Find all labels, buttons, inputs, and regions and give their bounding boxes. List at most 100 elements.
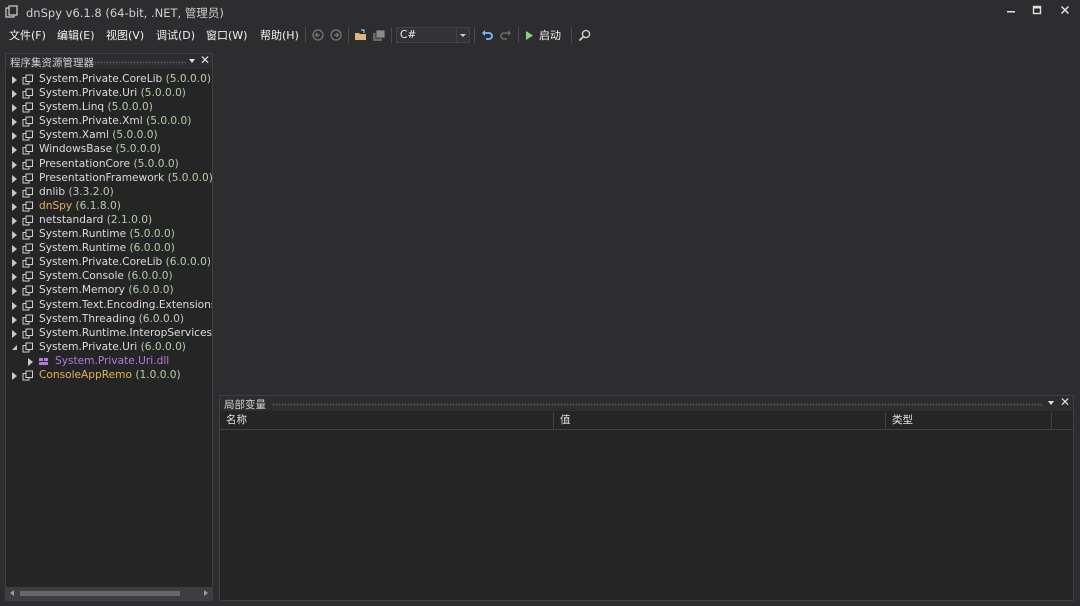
panel-title: 程序集资源管理器: [10, 57, 94, 69]
tree-item[interactable]: System.Private.Uri.dll: [6, 355, 212, 369]
maximize-button[interactable]: [1022, 2, 1052, 22]
collapsed-arrow-icon[interactable]: [12, 132, 17, 141]
assembly-icon: [22, 116, 33, 127]
collapsed-arrow-icon[interactable]: [12, 118, 17, 127]
collapsed-arrow-icon[interactable]: [12, 174, 17, 183]
tree-item[interactable]: System.Xaml (5.0.0.0): [6, 129, 212, 143]
tree-item-label: System.Console (6.0.0.0): [39, 270, 173, 282]
toolbar-separator: [571, 27, 572, 43]
close-icon[interactable]: ✕: [200, 54, 210, 67]
menu-window[interactable]: 窗口(W): [206, 27, 247, 43]
assembly-name: WindowsBase: [39, 143, 113, 156]
tree-item[interactable]: PresentationCore (5.0.0.0): [6, 158, 212, 172]
assembly-explorer-panel: 程序集资源管理器 ✕ System.Private.CoreLib (5.0.0…: [5, 53, 213, 601]
tree-item-label: System.Threading (6.0.0.0): [39, 313, 184, 325]
collapsed-arrow-icon[interactable]: [28, 357, 33, 366]
start-button[interactable]: 启动: [524, 27, 561, 43]
panel-menu-icon[interactable]: [1048, 401, 1054, 405]
tree-item[interactable]: System.Runtime (6.0.0.0): [6, 242, 212, 256]
collapsed-arrow-icon[interactable]: [12, 259, 17, 268]
menu-file[interactable]: 文件(F): [9, 27, 46, 43]
assembly-icon: [22, 314, 33, 325]
search-button[interactable]: [575, 26, 593, 44]
redo-button[interactable]: [496, 26, 514, 44]
column-name[interactable]: 名称: [220, 412, 554, 429]
tree-item[interactable]: System.Private.CoreLib (5.0.0.0): [6, 73, 212, 87]
tree-item[interactable]: System.Console (6.0.0.0): [6, 270, 212, 284]
tree-item[interactable]: System.Private.CoreLib (6.0.0.0): [6, 256, 212, 270]
tree-item-label: netstandard (2.1.0.0): [39, 214, 152, 226]
menu-view[interactable]: 视图(V): [106, 27, 144, 43]
column-type[interactable]: 类型: [886, 412, 1052, 429]
collapsed-arrow-icon[interactable]: [12, 90, 17, 99]
forward-button[interactable]: [327, 26, 345, 44]
collapsed-arrow-icon[interactable]: [12, 245, 17, 254]
assembly-version: (6.0.0.0): [129, 242, 175, 255]
back-button[interactable]: [309, 26, 327, 44]
panel-grip[interactable]: [94, 61, 186, 65]
undo-icon: [481, 29, 493, 40]
menu-help[interactable]: 帮助(H): [260, 27, 299, 43]
tree-item[interactable]: System.Threading (6.0.0.0): [6, 313, 212, 327]
collapsed-arrow-icon[interactable]: [12, 231, 17, 240]
tree-item[interactable]: netstandard (2.1.0.0): [6, 214, 212, 228]
assembly-version: (5.0.0.0): [140, 87, 186, 100]
tree-item[interactable]: PresentationFramework (5.0.0.0): [6, 172, 212, 186]
tree-item[interactable]: WindowsBase (5.0.0.0): [6, 143, 212, 157]
collapsed-arrow-icon[interactable]: [12, 104, 17, 113]
undo-button[interactable]: [478, 26, 496, 44]
collapsed-arrow-icon[interactable]: [12, 216, 17, 225]
column-value[interactable]: 值: [554, 412, 886, 429]
assembly-name: System.Xaml: [39, 129, 109, 142]
document-area[interactable]: [215, 47, 1080, 392]
start-label: 启动: [539, 29, 561, 42]
tree-item[interactable]: System.Private.Uri (6.0.0.0): [6, 341, 212, 355]
tree-item[interactable]: System.Runtime.InteropServices (6.0: [6, 327, 212, 341]
panel-menu-icon[interactable]: [189, 59, 195, 63]
collapsed-arrow-icon[interactable]: [12, 329, 17, 338]
tree-item-label: ConsoleAppRemo (1.0.0.0): [39, 369, 181, 381]
collapsed-arrow-icon[interactable]: [12, 76, 17, 84]
collapsed-arrow-icon[interactable]: [12, 371, 17, 380]
open-folder-icon: [355, 28, 366, 40]
language-select[interactable]: C#: [396, 27, 470, 43]
tree-item-label: System.Runtime (6.0.0.0): [39, 242, 175, 254]
open-list-button[interactable]: [370, 26, 388, 44]
panel-title: 局部变量: [224, 399, 266, 411]
tree-item[interactable]: System.Memory (6.0.0.0): [6, 284, 212, 298]
scroll-right-icon[interactable]: [204, 590, 208, 596]
collapsed-arrow-icon[interactable]: [12, 146, 17, 155]
tree-item[interactable]: System.Runtime (5.0.0.0): [6, 228, 212, 242]
expanded-arrow-icon[interactable]: [12, 344, 17, 350]
menu-edit[interactable]: 编辑(E): [57, 27, 95, 43]
toolbar-separator: [305, 27, 306, 43]
assembly-version: (5.0.0.0): [112, 129, 158, 142]
tree-item[interactable]: ConsoleAppRemo (1.0.0.0): [6, 369, 212, 383]
collapsed-arrow-icon[interactable]: [12, 273, 17, 282]
panel-grip[interactable]: [272, 403, 1042, 407]
panel-header: 程序集资源管理器 ✕: [6, 54, 212, 69]
menu-debug[interactable]: 调试(D): [156, 27, 195, 43]
tree-item-label: System.Private.Uri (6.0.0.0): [39, 341, 186, 353]
tree-item[interactable]: dnSpy (6.1.8.0): [6, 200, 212, 214]
assembly-version: (6.0.0.0): [165, 256, 211, 269]
collapsed-arrow-icon[interactable]: [12, 287, 17, 296]
tree-item[interactable]: System.Text.Encoding.Extensions (6.0: [6, 299, 212, 313]
scroll-left-icon[interactable]: [10, 590, 14, 596]
collapsed-arrow-icon[interactable]: [12, 301, 17, 310]
collapsed-arrow-icon[interactable]: [12, 188, 17, 197]
collapsed-arrow-icon[interactable]: [12, 160, 17, 169]
tree-item[interactable]: System.Private.Uri (5.0.0.0): [6, 87, 212, 101]
open-button[interactable]: [352, 26, 370, 44]
tree-item[interactable]: dnlib (3.3.2.0): [6, 186, 212, 200]
scroll-thumb[interactable]: [20, 591, 180, 596]
tree-item[interactable]: System.Linq (5.0.0.0): [6, 101, 212, 115]
tree-item[interactable]: System.Private.Xml (5.0.0.0): [6, 115, 212, 129]
close-icon[interactable]: ✕: [1060, 395, 1070, 409]
collapsed-arrow-icon[interactable]: [12, 315, 17, 324]
horizontal-scrollbar[interactable]: [6, 587, 212, 600]
assembly-version: (5.0.0.0): [107, 101, 153, 114]
close-button[interactable]: [1050, 2, 1080, 22]
assembly-name: System.Runtime.InteropServices: [39, 326, 212, 339]
collapsed-arrow-icon[interactable]: [12, 202, 17, 211]
